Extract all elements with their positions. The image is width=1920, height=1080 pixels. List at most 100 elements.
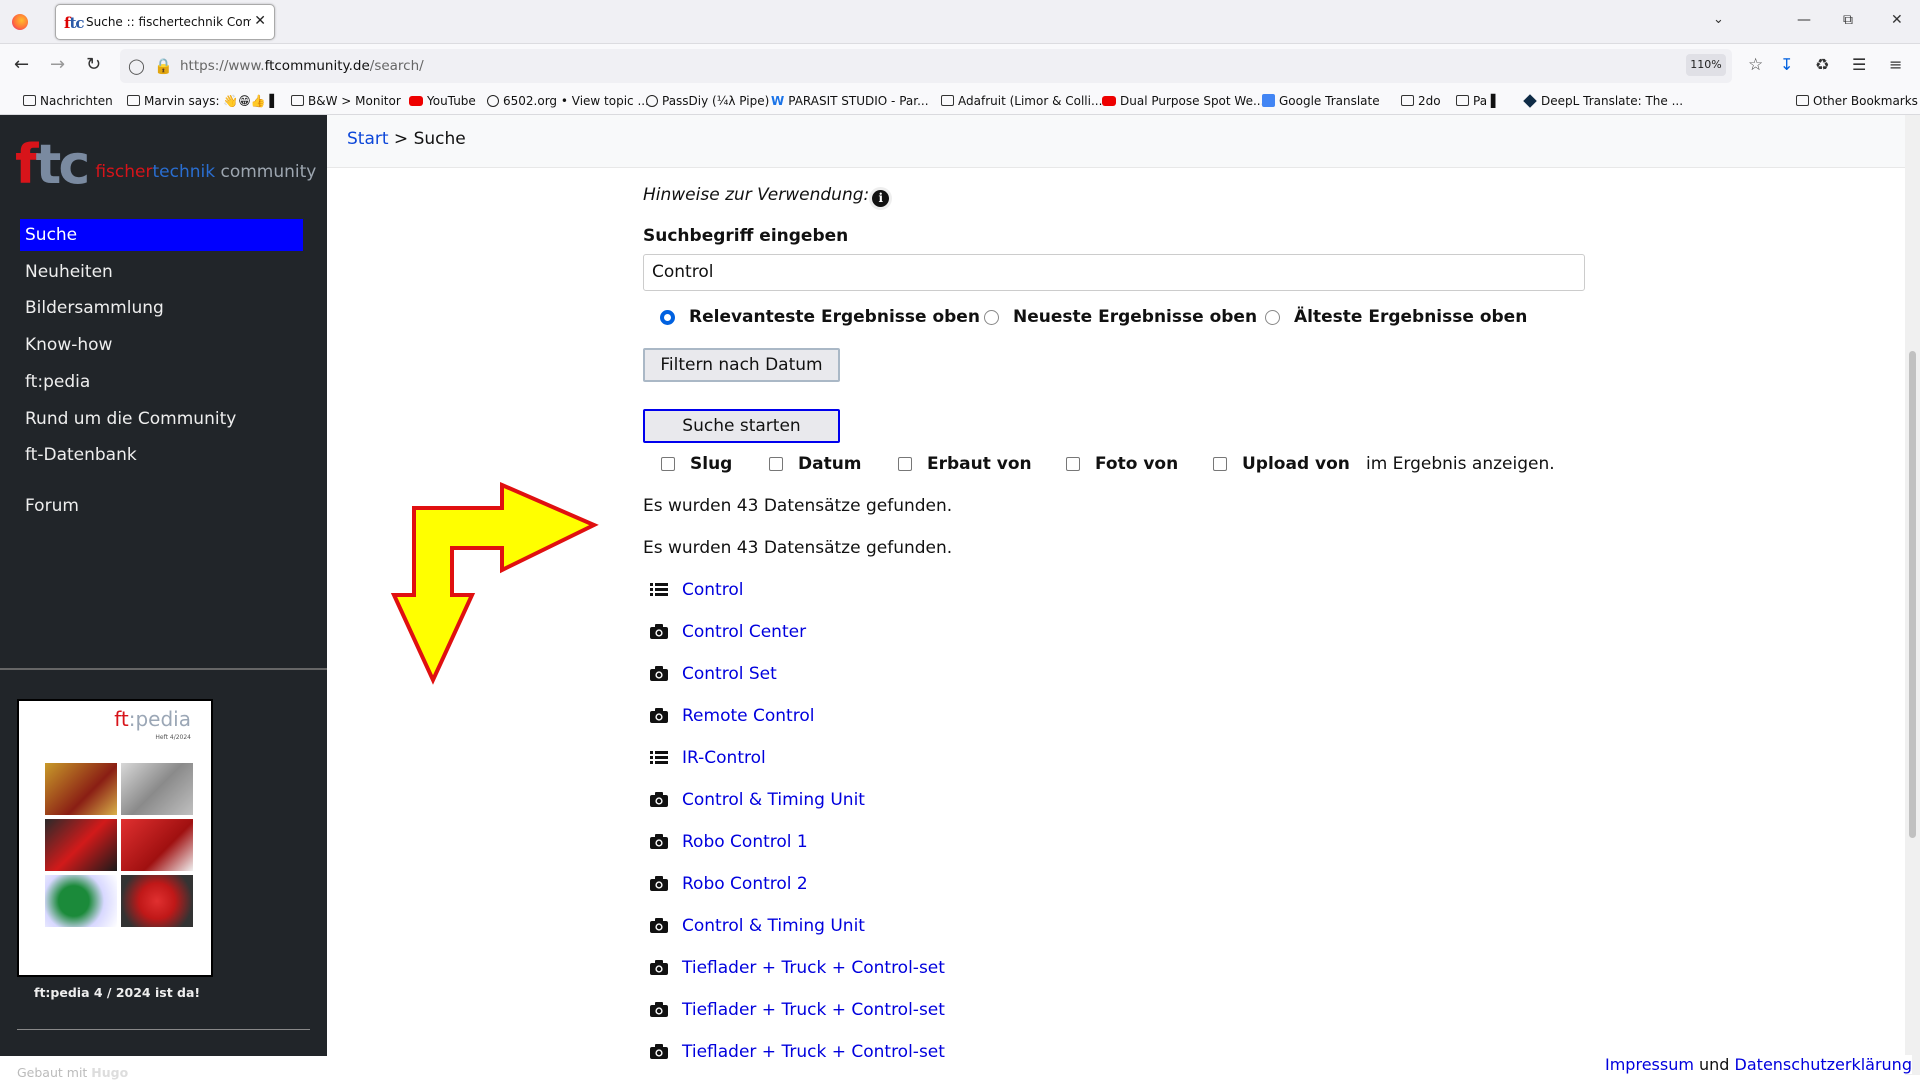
- result-link[interactable]: Tieflader + Truck + Control-set: [682, 958, 945, 978]
- checkbox-label-upload-by[interactable]: Upload von: [1242, 454, 1350, 474]
- bookmark-item[interactable]: 2do: [1401, 94, 1441, 108]
- sort-label-newest[interactable]: Neueste Ergebnisse oben: [1013, 307, 1257, 327]
- result-link[interactable]: Remote Control: [682, 706, 814, 726]
- shield-icon[interactable]: ◯: [128, 57, 145, 75]
- bookmark-item[interactable]: Nachrichten: [23, 94, 113, 108]
- sidebar-nav-item[interactable]: Rund um die Community: [20, 403, 303, 435]
- sidebar-nav-item[interactable]: Know-how: [20, 329, 303, 361]
- checkbox-photo-by[interactable]: [1066, 457, 1080, 471]
- menu-icon[interactable]: ≡: [1889, 55, 1902, 74]
- results-count-duplicate: Es wurden 43 Datensätze gefunden.: [643, 538, 953, 558]
- bookmark-item[interactable]: Pa ▌: [1456, 94, 1500, 108]
- bookmark-item[interactable]: Google Translate: [1262, 94, 1380, 108]
- checkbox-date[interactable]: [769, 457, 783, 471]
- impressum-link[interactable]: Impressum: [1605, 1055, 1694, 1074]
- bookmark-item[interactable]: DeepL Translate: The ...: [1523, 94, 1683, 108]
- result-item: Robo Control 2: [650, 874, 808, 894]
- checkbox-label-photo-by[interactable]: Foto von: [1095, 454, 1178, 474]
- result-link[interactable]: Robo Control 2: [682, 874, 808, 894]
- info-icon[interactable]: i: [872, 190, 890, 207]
- tab-close-icon[interactable]: ✕: [254, 13, 266, 29]
- checkbox-upload-by[interactable]: [1213, 457, 1227, 471]
- result-link[interactable]: Control & Timing Unit: [682, 790, 865, 810]
- sort-label-oldest[interactable]: Älteste Ergebnisse oben: [1294, 307, 1527, 327]
- result-item: Control Center: [650, 622, 806, 642]
- globe-icon: [646, 95, 658, 107]
- folder-icon: [1401, 95, 1414, 106]
- url-text[interactable]: https://www.ftcommunity.de/search/: [180, 58, 424, 74]
- back-arrow-icon[interactable]: ←: [14, 55, 29, 75]
- result-item: Tieflader + Truck + Control-set: [650, 958, 945, 978]
- minimize-icon[interactable]: —: [1797, 12, 1811, 28]
- reload-icon[interactable]: ↻: [86, 55, 101, 75]
- sort-radio-oldest[interactable]: [1265, 310, 1280, 325]
- bookmark-star-icon[interactable]: ☆: [1748, 55, 1763, 75]
- sort-radio-newest[interactable]: [984, 310, 999, 325]
- page-scrollbar[interactable]: [1905, 115, 1920, 1075]
- result-link[interactable]: Robo Control 1: [682, 832, 808, 852]
- window-close-icon[interactable]: ✕: [1891, 12, 1903, 28]
- extensions-icon[interactable]: ♻: [1815, 55, 1829, 74]
- breadcrumb-home-link[interactable]: Start: [347, 129, 389, 149]
- browser-tab-active[interactable]: ftc Suche :: fischertechnik Community ✕: [55, 4, 275, 40]
- sidebar-nav-item[interactable]: Bildersammlung: [20, 292, 303, 324]
- tab-list-chevron-icon[interactable]: ⌄: [1713, 12, 1724, 27]
- result-link[interactable]: Tieflader + Truck + Control-set: [682, 1042, 945, 1062]
- wavy-w-icon: W: [771, 94, 785, 108]
- checkbox-built-by[interactable]: [898, 457, 912, 471]
- sidebar-nav-item[interactable]: Neuheiten: [20, 256, 303, 288]
- sort-radio-relevant[interactable]: [660, 310, 675, 325]
- result-link[interactable]: Control & Timing Unit: [682, 916, 865, 936]
- sort-label-relevant[interactable]: Relevanteste Ergebnisse oben: [689, 307, 980, 327]
- bookmark-item[interactable]: Marvin says: 👋😁👍 ▌: [127, 94, 279, 108]
- bookmark-item[interactable]: Adafruit (Limor & Colli...: [941, 94, 1102, 108]
- start-search-button[interactable]: Suche starten: [643, 409, 840, 443]
- search-input[interactable]: Control: [643, 254, 1585, 291]
- google-translate-icon: [1262, 94, 1275, 107]
- downloads-icon[interactable]: ↧: [1780, 55, 1793, 74]
- checkbox-slug[interactable]: [661, 457, 675, 471]
- bookmark-item[interactable]: W PARASIT STUDIO - Par...: [771, 94, 929, 108]
- built-with-text: Gebaut mit Hugo: [17, 1065, 129, 1080]
- bookmark-item[interactable]: Dual Purpose Spot We...: [1102, 94, 1264, 108]
- checkbox-label-built-by[interactable]: Erbaut von: [927, 454, 1032, 474]
- sidebar-nav-item[interactable]: Forum: [20, 490, 303, 522]
- camera-icon: [650, 1044, 668, 1059]
- forward-arrow-icon[interactable]: →: [50, 55, 65, 75]
- sidebar-nav-item[interactable]: ft:pedia: [20, 366, 303, 398]
- library-icon[interactable]: ☰: [1852, 55, 1866, 74]
- bookmark-item[interactable]: YouTube: [409, 94, 476, 108]
- checkbox-label-slug[interactable]: Slug: [690, 454, 732, 474]
- checkbox-label-date[interactable]: Datum: [798, 454, 862, 474]
- privacy-link[interactable]: Datenschutzerklärung: [1735, 1055, 1912, 1074]
- other-bookmarks[interactable]: Other Bookmarks: [1796, 94, 1918, 108]
- folder-icon: [1456, 95, 1469, 106]
- lock-icon[interactable]: 🔒: [154, 57, 173, 75]
- url-bar[interactable]: ◯ 🔒 https://www.ftcommunity.de/search/ 1…: [120, 49, 1763, 83]
- result-link[interactable]: IR-Control: [682, 748, 766, 768]
- usage-hints: Hinweise zur Verwendung: i: [643, 185, 890, 207]
- result-link[interactable]: Control Set: [682, 664, 777, 684]
- result-item: Control: [650, 580, 743, 600]
- sidebar-divider: [0, 668, 327, 670]
- result-item: Remote Control: [650, 706, 814, 726]
- bookmark-item[interactable]: B&W > Monitor: [291, 94, 401, 108]
- camera-icon: [650, 834, 668, 849]
- restore-icon[interactable]: ⧉: [1843, 12, 1853, 28]
- ftpedia-cover-image[interactable]: ft:pedia Heft 4/2024: [17, 699, 213, 977]
- sidebar-nav-item[interactable]: Suche: [20, 219, 303, 251]
- result-link[interactable]: Control Center: [682, 622, 806, 642]
- result-link[interactable]: Tieflader + Truck + Control-set: [682, 1000, 945, 1020]
- bookmark-item[interactable]: PassDiy (¼λ Pipe): [646, 94, 769, 108]
- bookmark-item[interactable]: 6502.org • View topic ...: [487, 94, 649, 108]
- cover-caption[interactable]: ft:pedia 4 / 2024 ist da!: [34, 985, 200, 1000]
- result-link[interactable]: Control: [682, 580, 743, 600]
- list-icon: [650, 750, 668, 765]
- sidebar-nav-item[interactable]: ft-Datenbank: [20, 439, 303, 471]
- scrollbar-thumb[interactable]: [1909, 351, 1916, 838]
- hugo-link[interactable]: Hugo: [91, 1065, 128, 1080]
- filter-by-date-button[interactable]: Filtern nach Datum: [643, 348, 840, 382]
- firefox-logo-icon[interactable]: [12, 14, 28, 30]
- ftc-logo[interactable]: ftc fischertechnik community: [15, 133, 316, 196]
- zoom-level-badge[interactable]: 110%: [1686, 54, 1726, 76]
